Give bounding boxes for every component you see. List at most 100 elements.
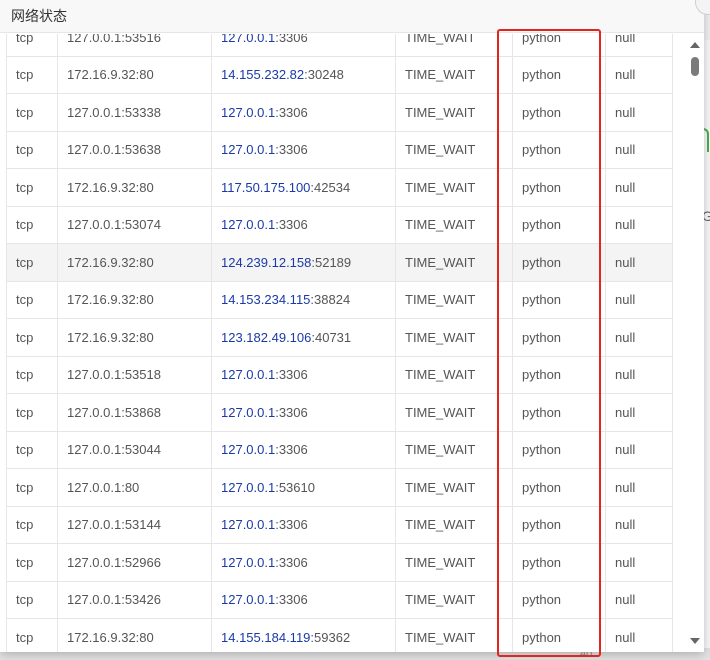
cell-pid: null (605, 393, 673, 432)
cell-state: TIME_WAIT (395, 430, 513, 469)
cell-state: TIME_WAIT (395, 355, 513, 394)
cell-remote-address: 127.0.0.1:3306 (211, 93, 396, 132)
cell-process: python (512, 130, 606, 169)
remote-port: :42534 (310, 179, 351, 195)
remote-ip-link[interactable]: 127.0.0.1 (221, 34, 275, 45)
cell-pid: null (605, 243, 673, 282)
cell-protocol: tcp (6, 468, 58, 507)
cell-state: TIME_WAIT (395, 580, 513, 619)
remote-ip-link[interactable]: 127.0.0.1 (221, 480, 275, 495)
cell-local-address: 172.16.9.32:80 (57, 318, 212, 357)
remote-ip-link[interactable]: 117.50.175.100 (221, 180, 310, 195)
scroll-up-arrow-icon[interactable] (690, 42, 700, 48)
cell-protocol: tcp (6, 55, 58, 94)
network-status-dialog: 网络状态 tcp 127.0.0.1:53516 127.0.0.1:3306 TIM… (0, 0, 704, 652)
cell-local-address: 172.16.9.32:80 (57, 618, 212, 652)
table-row[interactable]: tcp 172.16.9.32:80 14.155.232.82:30248 TIME… (6, 55, 673, 94)
table-row[interactable]: tcp 127.0.0.1:52966 127.0.0.1:3306 TIME_WAI… (6, 543, 673, 582)
cell-state: TIME_WAIT (395, 393, 513, 432)
cell-pid: null (605, 130, 673, 169)
table-row[interactable]: tcp 172.16.9.32:80 14.153.234.115:38824 TIM… (6, 280, 673, 319)
cell-pid: null (605, 355, 673, 394)
remote-ip-link[interactable]: 127.0.0.1 (221, 105, 275, 120)
table-row[interactable]: tcp 127.0.0.1:53868 127.0.0.1:3306 TIME_WAI… (6, 393, 673, 432)
table-row[interactable]: tcp 127.0.0.1:53144 127.0.0.1:3306 TIME_WAI… (6, 505, 673, 544)
cell-protocol: tcp (6, 205, 58, 244)
remote-ip-link[interactable]: 123.182.49.106 (221, 330, 311, 345)
remote-port: :3306 (275, 592, 308, 608)
remote-ip-link[interactable]: 124.239.12.158 (221, 255, 311, 270)
cell-local-address: 127.0.0.1:53638 (57, 130, 212, 169)
remote-ip-link[interactable]: 14.155.232.82 (221, 67, 304, 82)
table-row[interactable]: tcp 172.16.9.32:80 117.50.175.100:42534 TIM… (6, 168, 673, 207)
remote-port: :3306 (275, 367, 308, 383)
remote-ip-link[interactable]: 127.0.0.1 (221, 517, 275, 532)
table-row[interactable]: tcp 172.16.9.32:80 14.155.184.119:59362 TIM… (6, 618, 673, 652)
cell-remote-address: 127.0.0.1:3306 (211, 34, 396, 57)
cell-remote-address: 117.50.175.100:42534 (211, 168, 396, 207)
table-row[interactable]: tcp 127.0.0.1:53338 127.0.0.1:3306 TIME_WAI… (6, 93, 673, 132)
cell-state: TIME_WAIT (395, 468, 513, 507)
table-row[interactable]: tcp 127.0.0.1:53516 127.0.0.1:3306 TIME_WAI… (6, 34, 673, 57)
remote-ip-link[interactable]: 14.153.234.115 (221, 292, 310, 307)
cell-process: python (512, 355, 606, 394)
connections-table-container[interactable]: tcp 127.0.0.1:53516 127.0.0.1:3306 TIME_WAI… (0, 34, 686, 652)
table-row[interactable]: tcp 127.0.0.1:53074 127.0.0.1:3306 TIME_WAI… (6, 205, 673, 244)
cell-protocol: tcp (6, 318, 58, 357)
table-row[interactable]: tcp 127.0.0.1:53044 127.0.0.1:3306 TIME_WAI… (6, 430, 673, 469)
remote-port: :59362 (310, 629, 351, 645)
cell-remote-address: 123.182.49.106:40731 (211, 318, 396, 357)
cell-state: TIME_WAIT (395, 34, 513, 57)
cell-process: python (512, 93, 606, 132)
cell-protocol: tcp (6, 130, 58, 169)
table-row[interactable]: tcp 127.0.0.1:53638 127.0.0.1:3306 TIME_WAI… (6, 130, 673, 169)
table-row[interactable]: tcp 127.0.0.1:80 127.0.0.1:53610 TIME_WAIT p… (6, 468, 673, 507)
cell-process: python (512, 430, 606, 469)
remote-ip-link[interactable]: 127.0.0.1 (221, 555, 275, 570)
table-row[interactable]: tcp 172.16.9.32:80 123.182.49.106:40731 TIM… (6, 318, 673, 357)
cell-local-address: 127.0.0.1:80 (57, 468, 212, 507)
cell-remote-address: 127.0.0.1:3306 (211, 543, 396, 582)
cell-process: python (512, 505, 606, 544)
cell-pid: null (605, 168, 673, 207)
remote-ip-link[interactable]: 127.0.0.1 (221, 405, 275, 420)
remote-ip-link[interactable]: 127.0.0.1 (221, 592, 275, 607)
table-row[interactable]: tcp 172.16.9.32:80 124.239.12.158:52189 TIM… (6, 243, 673, 282)
cell-state: TIME_WAIT (395, 543, 513, 582)
table-row[interactable]: tcp 127.0.0.1:53518 127.0.0.1:3306 TIME_WAI… (6, 355, 673, 394)
cell-process: python (512, 34, 606, 57)
cell-pid: null (605, 205, 673, 244)
remote-ip-link[interactable]: 127.0.0.1 (221, 442, 275, 457)
remote-ip-link[interactable]: 127.0.0.1 (221, 367, 275, 382)
cell-pid: null (605, 93, 673, 132)
remote-port: :3306 (275, 104, 308, 120)
cell-pid: null (605, 618, 673, 652)
cell-state: TIME_WAIT (395, 93, 513, 132)
cell-remote-address: 127.0.0.1:53610 (211, 468, 396, 507)
cell-state: TIME_WAIT (395, 205, 513, 244)
cell-process: python (512, 280, 606, 319)
dialog-header: 网络状态 (0, 0, 704, 33)
scroll-down-arrow-icon[interactable] (690, 638, 700, 644)
cell-remote-address: 127.0.0.1:3306 (211, 205, 396, 244)
cell-remote-address: 124.239.12.158:52189 (211, 243, 396, 282)
cell-process: python (512, 318, 606, 357)
cell-local-address: 127.0.0.1:53074 (57, 205, 212, 244)
cell-remote-address: 127.0.0.1:3306 (211, 430, 396, 469)
remote-port: :3306 (275, 34, 308, 45)
remote-ip-link[interactable]: 127.0.0.1 (221, 217, 275, 232)
remote-ip-link[interactable]: 127.0.0.1 (221, 142, 275, 157)
cell-pid: null (605, 430, 673, 469)
remote-ip-link[interactable]: 14.155.184.119 (221, 630, 310, 645)
cell-remote-address: 14.153.234.115:38824 (211, 280, 396, 319)
cell-local-address: 127.0.0.1:53426 (57, 580, 212, 619)
cell-protocol: tcp (6, 34, 58, 57)
cell-process: python (512, 205, 606, 244)
vertical-scrollbar[interactable] (686, 34, 704, 652)
remote-port: :38824 (310, 292, 351, 308)
table-row[interactable]: tcp 127.0.0.1:53426 127.0.0.1:3306 TIME_WAI… (6, 580, 673, 619)
cell-state: TIME_WAIT (395, 318, 513, 357)
cell-local-address: 172.16.9.32:80 (57, 168, 212, 207)
cell-protocol: tcp (6, 243, 58, 282)
scrollbar-thumb[interactable] (691, 57, 699, 76)
